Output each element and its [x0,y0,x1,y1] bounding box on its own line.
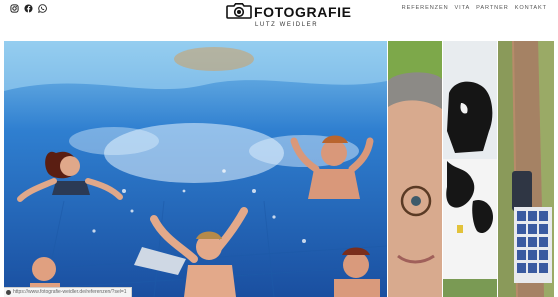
status-url-text: https://www.fotografie-weidler.de/refere… [13,289,127,295]
nav-item-kontakt[interactable]: KONTAKT [515,4,547,12]
nav-item-partner[interactable]: PARTNER [476,4,509,12]
brand-title: FOTOGRAFIE [254,4,352,20]
whatsapp-icon[interactable] [38,4,47,13]
camera-icon [226,3,252,19]
gallery-photo-aerial-car[interactable] [498,41,554,297]
photo-gallery: https://www.fotografie-weidler.de/refere… [4,41,554,297]
aerial-car-photo-image [498,41,554,297]
brand-subtitle: LUTZ WEIDLER [255,22,319,28]
instagram-icon[interactable] [10,4,19,13]
gallery-photo-cows[interactable] [443,41,497,297]
status-bar-url: https://www.fotografie-weidler.de/refere… [4,287,132,297]
social-links [10,4,47,13]
brand-logo[interactable]: FOTOGRAFIE LUTZ WEIDLER [226,3,351,33]
loading-icon [6,290,11,295]
cows-photo-image [443,41,497,297]
nav-item-vita[interactable]: VITA [455,4,471,12]
portrait-photo-image [388,41,442,297]
gallery-photo-pool[interactable] [4,41,387,297]
facebook-icon[interactable] [24,4,33,13]
nav-item-referenzen[interactable]: REFERENZEN [402,4,449,12]
gallery-photo-portrait[interactable] [388,41,442,297]
main-nav: REFERENZEN VITA PARTNER KONTAKT [402,4,547,12]
pool-photo-image [4,41,387,297]
